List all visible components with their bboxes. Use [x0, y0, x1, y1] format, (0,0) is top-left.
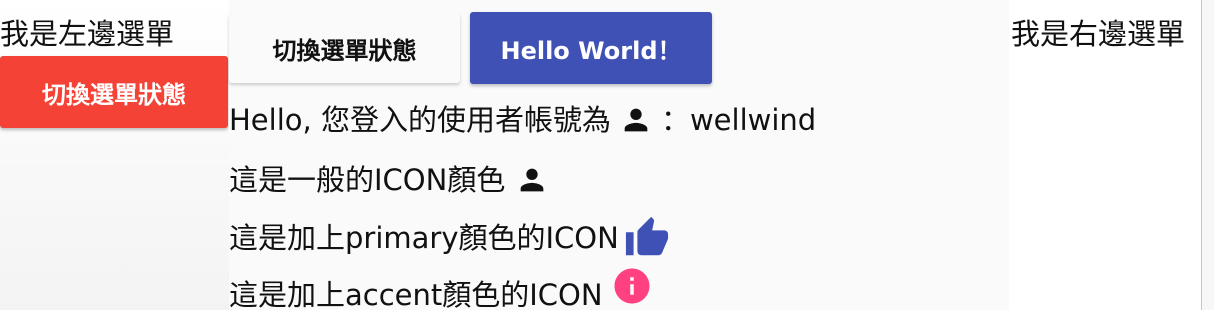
login-info-line: Hello, 您登入的使用者帳號為 ：wellwind — [229, 100, 816, 140]
right-sidenav-title: 我是右邊選單 — [1011, 17, 1186, 51]
hello-world-button[interactable]: Hello World！ — [470, 12, 712, 84]
left-sidenav-title: 我是左邊選單 — [0, 17, 175, 51]
info-icon — [603, 266, 661, 306]
accent-icon-line: 這是加上accent顏色的ICON — [229, 268, 661, 315]
vertical-scrollbar[interactable] — [1202, 0, 1214, 310]
person-icon — [611, 100, 661, 140]
primary-icon-line: 這是加上primary顏色的ICON — [229, 216, 675, 258]
thumb-up-icon — [619, 216, 675, 258]
login-username: ：wellwind — [660, 103, 817, 137]
normal-icon-text: 這是一般的ICON顏色 — [229, 163, 506, 197]
toggle-menu-button[interactable]: 切換選單狀態 — [229, 13, 460, 83]
primary-icon-text: 這是加上primary顏色的ICON — [229, 221, 619, 255]
accent-icon-text: 這是加上accent顏色的ICON — [229, 278, 603, 312]
person-icon — [505, 160, 559, 200]
normal-icon-line: 這是一般的ICON顏色 — [229, 160, 559, 200]
login-info-prefix: Hello, 您登入的使用者帳號為 — [229, 103, 611, 137]
left-toggle-menu-button[interactable]: 切換選單狀態 — [0, 56, 228, 128]
